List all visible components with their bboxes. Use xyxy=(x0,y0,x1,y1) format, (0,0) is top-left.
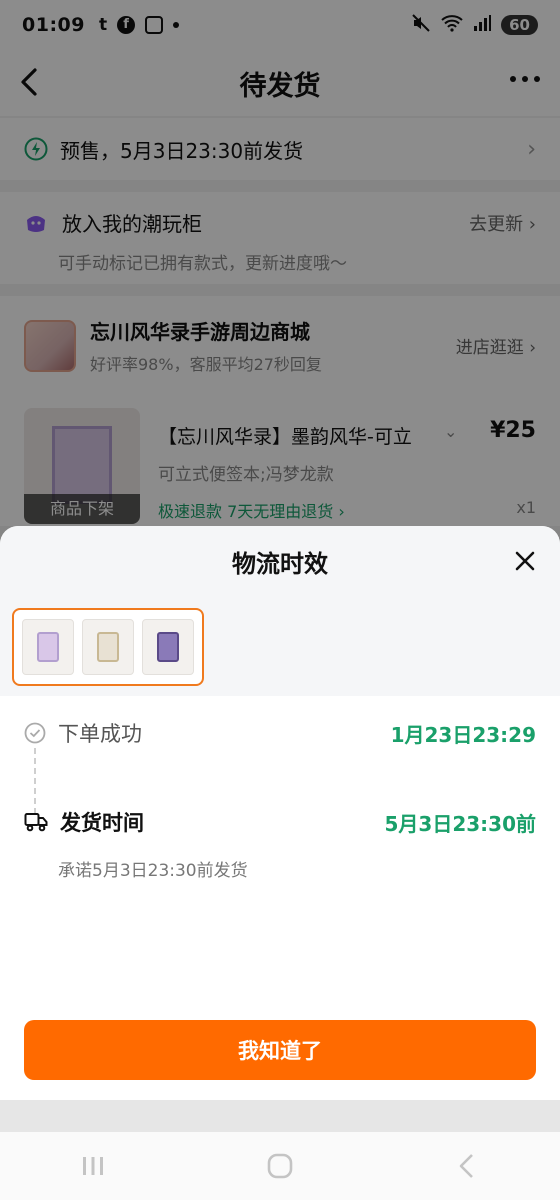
timeline-step-shipping: 发货时间 5月3日23:30前 xyxy=(24,807,536,837)
recent-apps-button[interactable] xyxy=(73,1146,113,1186)
close-icon xyxy=(515,551,535,571)
check-circle-icon xyxy=(24,722,46,744)
close-button[interactable] xyxy=(512,548,538,574)
timeline-time: 5月3日23:30前 xyxy=(384,811,537,836)
timeline-step-ordered: 下单成功 1月23日23:29 xyxy=(24,718,536,748)
sheet-bottom-strip xyxy=(0,1100,560,1132)
system-nav-bar xyxy=(0,1132,560,1200)
product-thumbnail[interactable] xyxy=(142,619,194,675)
product-thumbnails[interactable] xyxy=(12,608,204,686)
system-back-button[interactable] xyxy=(447,1146,487,1186)
sheet-title: 物流时效 xyxy=(232,549,328,578)
back-icon xyxy=(459,1154,473,1178)
timeline-label: 下单成功 xyxy=(58,722,142,746)
got-it-button[interactable]: 我知道了 xyxy=(24,1020,536,1080)
timeline-connector xyxy=(34,748,36,814)
timeline-time: 1月23日23:29 xyxy=(390,722,536,747)
timeline-label: 发货时间 xyxy=(60,811,144,835)
home-icon xyxy=(267,1153,293,1179)
logistics-sheet: 物流时效 下单成功 1月23日23:29 发货时间 5月3日23:30前 承诺5… xyxy=(0,526,560,1100)
home-button[interactable] xyxy=(260,1146,300,1186)
truck-icon xyxy=(24,813,48,832)
product-thumbnail[interactable] xyxy=(22,619,74,675)
recent-apps-icon xyxy=(83,1157,104,1175)
product-thumbnail[interactable] xyxy=(82,619,134,675)
shipping-promise-note: 承诺5月3日23:30前发货 xyxy=(58,861,248,881)
